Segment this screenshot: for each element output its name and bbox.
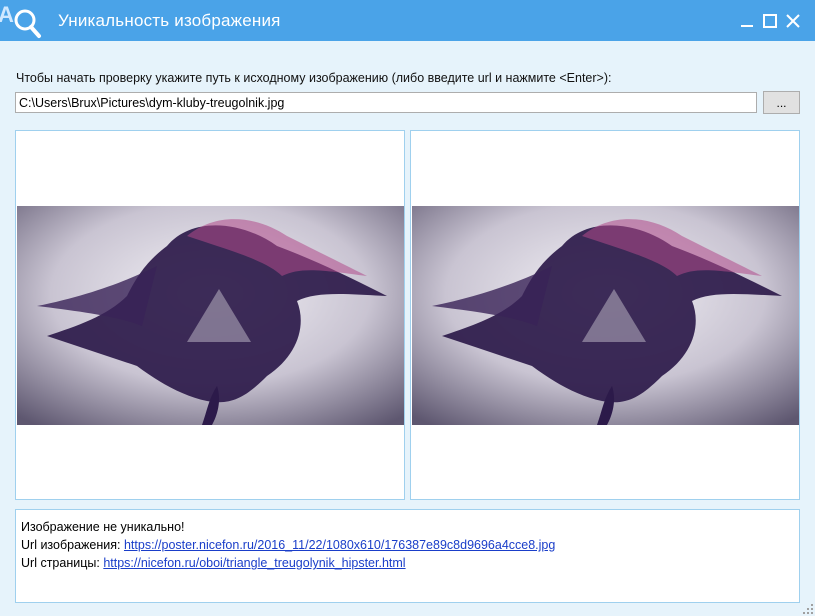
resize-grip-icon[interactable] xyxy=(801,602,815,616)
page-url-label: Url страницы: xyxy=(21,556,100,570)
page-url-link[interactable]: https://nicefon.ru/oboi/triangle_treugol… xyxy=(103,556,405,570)
source-image xyxy=(17,206,404,425)
path-prompt-label: Чтобы начать проверку укажите путь к исх… xyxy=(16,71,612,85)
window-title: Уникальность изображения xyxy=(58,11,281,30)
image-url-row: Url изображения: https://poster.nicefon.… xyxy=(21,536,799,554)
smoke-triangle-image xyxy=(412,206,799,425)
magnifier-app-icon: A xyxy=(0,2,41,38)
browse-button[interactable]: ... xyxy=(763,91,800,114)
minimize-icon[interactable] xyxy=(739,13,755,29)
smoke-triangle-image xyxy=(17,206,404,425)
maximize-icon[interactable] xyxy=(762,13,778,29)
page-url-row: Url страницы: https://nicefon.ru/oboi/tr… xyxy=(21,554,799,572)
source-image-panel xyxy=(15,130,405,500)
found-image xyxy=(412,206,799,425)
image-url-label: Url изображения: xyxy=(21,538,121,552)
svg-text:A: A xyxy=(0,2,14,27)
result-panel: Изображение не уникально! Url изображени… xyxy=(15,509,800,603)
result-status: Изображение не уникально! xyxy=(21,520,185,534)
image-url-link[interactable]: https://poster.nicefon.ru/2016_11/22/108… xyxy=(124,538,555,552)
image-path-input[interactable] xyxy=(15,92,757,113)
found-image-panel xyxy=(410,130,800,500)
title-bar: A Уникальность изображения xyxy=(0,0,815,41)
close-icon[interactable] xyxy=(785,13,801,29)
